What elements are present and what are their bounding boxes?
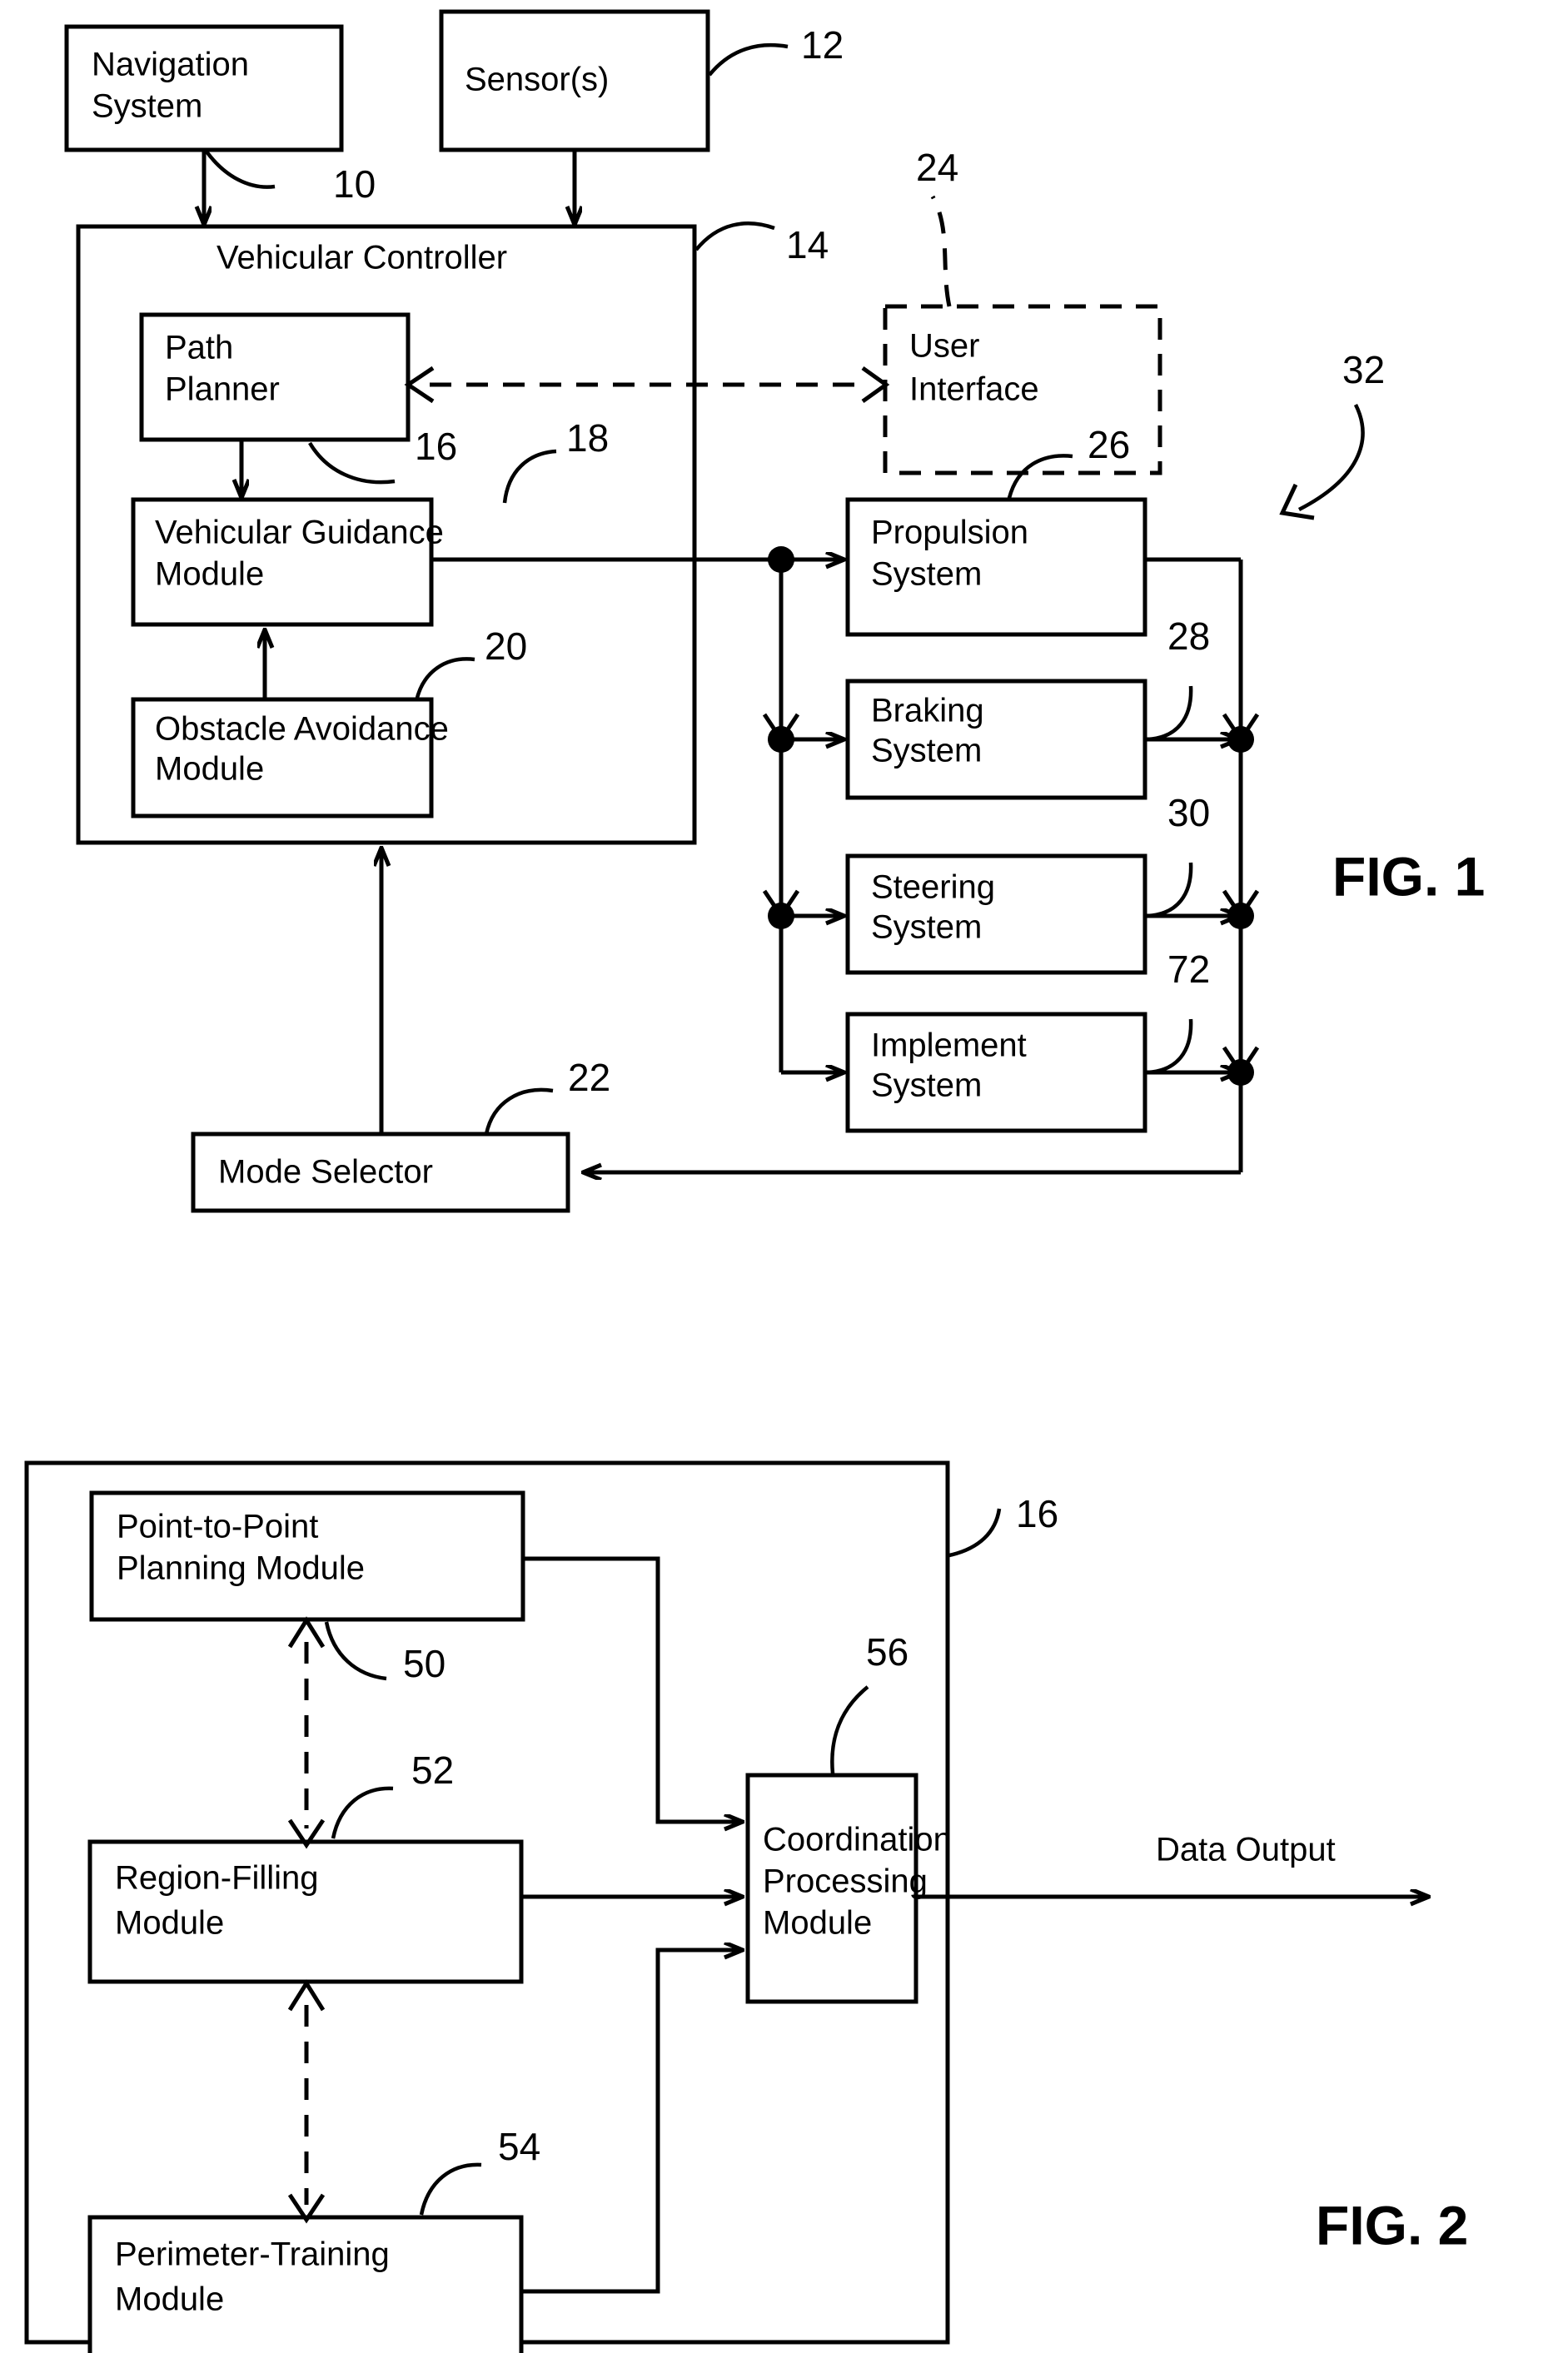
patent-drawing-sheet: Navigation System Sensor(s) 10 12 Vehicu… — [0, 0, 1568, 2353]
navigation-system-label-line2: System — [92, 88, 202, 125]
data-output-label: Data Output — [1156, 1832, 1336, 1868]
vehicular-guidance-label-line2: Module — [155, 556, 264, 593]
junction-dot-propulsion-in — [768, 546, 794, 573]
figure-1-label: FIG. 1 — [1332, 845, 1485, 907]
obstacle-avoidance-label-line2: Module — [155, 751, 264, 788]
numeral-28-text: 28 — [1167, 614, 1210, 658]
perimeter-training-label-line1: Perimeter-Training — [115, 2236, 390, 2273]
propulsion-label-line2: System — [871, 556, 982, 593]
box-sensors: Sensor(s) — [439, 9, 710, 152]
navigation-system-label-line1: Navigation — [92, 47, 249, 83]
braking-label-line1: Braking — [871, 693, 984, 729]
user-interface-label-line1: User — [909, 328, 979, 365]
user-interface-label-line2: Interface — [909, 371, 1039, 408]
numeral-16-text: 16 — [415, 425, 457, 468]
coordination-label-line1: Coordination — [763, 1822, 952, 1858]
mode-selector-label: Mode Selector — [218, 1154, 433, 1191]
steering-label-line1: Steering — [871, 869, 995, 906]
vehicular-controller-label: Vehicular Controller — [217, 240, 507, 276]
box-point-to-point-planning-module: Point-to-Point Planning Module — [89, 1490, 525, 1622]
propulsion-label-line1: Propulsion — [871, 515, 1028, 551]
box-path-planner: Path Planner — [139, 312, 411, 442]
numeral-26-text: 26 — [1088, 423, 1130, 466]
region-filling-label-line2: Module — [115, 1905, 224, 1942]
numeral-54-text: 54 — [498, 2125, 540, 2168]
numeral-30-text: 30 — [1167, 791, 1210, 834]
steering-label-line2: System — [871, 909, 982, 946]
numeral-52-text: 52 — [411, 1749, 454, 1792]
sensors-label: Sensor(s) — [465, 62, 609, 98]
numeral-14-text: 14 — [786, 223, 829, 266]
box-braking-system: Braking System — [845, 679, 1147, 800]
numeral-22-text: 22 — [568, 1056, 610, 1099]
point-to-point-label-line1: Point-to-Point — [117, 1509, 318, 1545]
braking-label-line2: System — [871, 733, 982, 769]
coordination-label-line2: Processing — [763, 1863, 928, 1900]
obstacle-avoidance-label-line1: Obstacle Avoidance — [155, 711, 449, 748]
perimeter-training-label-line2: Module — [115, 2281, 224, 2318]
path-planner-label-line1: Path — [165, 330, 233, 366]
figure-2-label: FIG. 2 — [1316, 2194, 1468, 2256]
numeral-24-text: 24 — [916, 146, 958, 189]
box-region-filling-module: Region-Filling Module — [87, 1839, 524, 1984]
numeral-10-text: 10 — [333, 162, 376, 206]
numeral-72-text: 72 — [1167, 948, 1210, 991]
numeral-16-fig2-text: 16 — [1016, 1492, 1058, 1535]
numeral-12-text: 12 — [801, 23, 844, 67]
vehicular-guidance-label-line1: Vehicular Guidance — [155, 515, 444, 551]
implement-label-line2: System — [871, 1067, 982, 1104]
junction-dot-braking-out — [1227, 726, 1254, 753]
box-vehicular-guidance-module: Vehicular Guidance Module — [131, 497, 444, 627]
box-mode-selector: Mode Selector — [191, 1132, 570, 1213]
box-propulsion-system: Propulsion System — [845, 497, 1147, 637]
box-implement-system: Implement System — [845, 1012, 1147, 1133]
region-filling-label-line1: Region-Filling — [115, 1860, 319, 1897]
numeral-32-text: 32 — [1342, 348, 1385, 391]
numeral-50-text: 50 — [403, 1642, 446, 1685]
numeral-20-text: 20 — [485, 624, 527, 668]
box-obstacle-avoidance-module: Obstacle Avoidance Module — [131, 697, 449, 818]
coordination-label-line3: Module — [763, 1905, 872, 1942]
junction-dot-implement-out — [1227, 1059, 1254, 1086]
box-steering-system: Steering System — [845, 853, 1147, 975]
numeral-56-text: 56 — [866, 1630, 908, 1674]
box-navigation-system: Navigation System — [64, 24, 344, 152]
path-planner-label-line2: Planner — [165, 371, 280, 408]
junction-dot-steering-in — [768, 903, 794, 929]
box-perimeter-training-module: Perimeter-Training Module — [87, 2215, 524, 2353]
junction-dot-steering-out — [1227, 903, 1254, 929]
implement-label-line1: Implement — [871, 1027, 1027, 1064]
numeral-18-text: 18 — [566, 416, 609, 460]
point-to-point-label-line2: Planning Module — [117, 1550, 365, 1587]
junction-dot-braking-in — [768, 726, 794, 753]
